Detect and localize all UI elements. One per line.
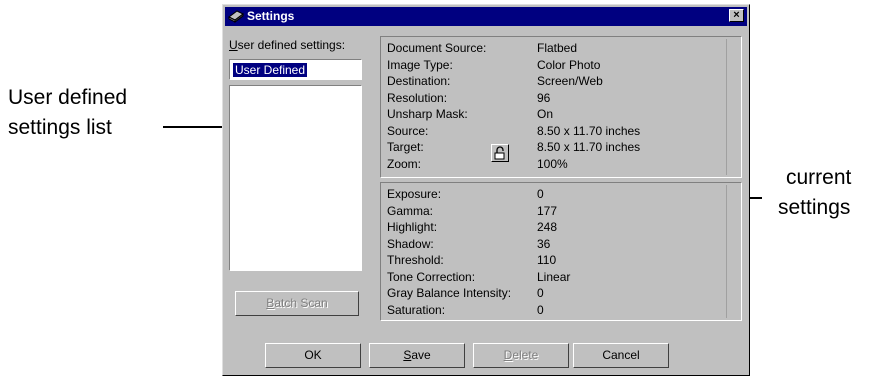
setting-label: Gamma: — [387, 203, 434, 218]
current-settings-bottom-panel: Exposure: 0 Gamma: 177 Highlight: 248 Shadow: 3… — [380, 182, 742, 321]
setting-label: Document Source: — [387, 41, 487, 55]
vertical-scrollbar[interactable] — [726, 39, 739, 175]
close-button[interactable]: × — [729, 9, 744, 22]
dialog-title: Settings — [247, 9, 295, 23]
user-defined-name-input[interactable]: User Defined — [229, 59, 362, 80]
annotation-current-line2: settings — [778, 196, 851, 219]
setting-label: Shadow: — [387, 236, 434, 251]
setting-value: 36 — [537, 236, 551, 251]
cancel-button[interactable]: Cancel — [573, 343, 669, 368]
setting-label: Zoom: — [387, 156, 422, 171]
setting-value: Linear — [537, 269, 571, 284]
setting-value: 0 — [537, 286, 544, 300]
setting-value: 8.50 x 11.70 inches — [537, 140, 641, 154]
setting-value: 0 — [537, 302, 544, 317]
close-icon: × — [733, 9, 740, 21]
setting-label: Tone Correction: — [387, 269, 476, 284]
setting-label: Highlight: — [387, 220, 438, 234]
setting-value: 248 — [537, 220, 558, 234]
annotation-current-line1: current — [786, 166, 852, 189]
setting-value: 177 — [537, 203, 558, 218]
setting-value: Screen/Web — [537, 74, 603, 88]
setting-label: Threshold: — [387, 253, 444, 267]
annotation-user-defined-line2: settings list — [8, 116, 112, 139]
setting-label: Unsharp Mask: — [387, 107, 468, 121]
setting-label: Target: — [387, 140, 424, 154]
setting-value: Color Photo — [537, 57, 601, 72]
delete-button[interactable]: Delete — [473, 343, 569, 368]
ok-button[interactable]: OK — [265, 343, 361, 368]
setting-value: On — [537, 107, 554, 121]
save-button[interactable]: Save — [369, 343, 465, 368]
setting-value: 100% — [537, 156, 568, 171]
scanner-icon — [228, 9, 244, 23]
setting-value: 96 — [537, 90, 551, 105]
annotation-user-defined-line1: User defined — [8, 86, 128, 109]
vertical-scrollbar[interactable] — [726, 185, 739, 318]
user-defined-settings-label: User defined settings: — [229, 38, 346, 52]
setting-label: Exposure: — [387, 187, 442, 201]
setting-value: 8.50 x 11.70 inches — [537, 123, 641, 138]
setting-value: 110 — [537, 253, 557, 267]
batch-scan-button[interactable]: Batch Scan — [235, 291, 359, 316]
annotation-pointer-line-left — [163, 126, 229, 128]
setting-label: Resolution: — [387, 90, 448, 105]
setting-value: Flatbed — [537, 41, 578, 55]
user-defined-name-value: User Defined — [233, 63, 308, 77]
setting-label: Gray Balance Intensity: — [387, 286, 512, 300]
title-bar[interactable]: Settings × — [225, 7, 747, 26]
setting-label: Destination: — [387, 74, 451, 88]
lock-icon[interactable] — [491, 144, 509, 162]
settings-dialog: Settings × User defined settings: User D… — [222, 4, 750, 376]
user-defined-settings-list[interactable] — [229, 85, 362, 271]
setting-label: Source: — [387, 123, 429, 138]
setting-label: Image Type: — [387, 57, 453, 72]
setting-value: 0 — [537, 187, 544, 201]
setting-label: Saturation: — [387, 302, 446, 317]
current-settings-top-panel: Document Source: Flatbed Image Type: Color … — [380, 36, 742, 178]
